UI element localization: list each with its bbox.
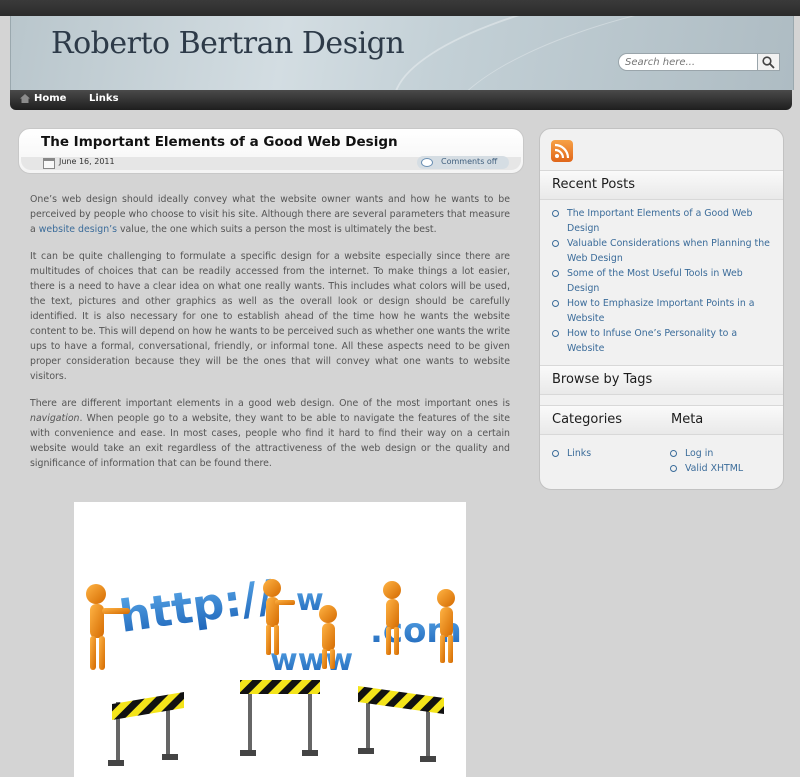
post-title[interactable]: The Important Elements of a Good Web Des… <box>41 134 398 150</box>
search-form <box>618 53 780 73</box>
comments-badge: Comments off <box>417 156 509 169</box>
category-link[interactable]: Links <box>552 446 652 461</box>
http-word: http:// <box>116 571 277 643</box>
home-icon <box>20 94 30 103</box>
recent-posts-list: The Important Elements of a Good Web Des… <box>552 206 774 356</box>
recent-post-link[interactable]: How to Infuse One’s Personality to a Web… <box>552 326 774 356</box>
paragraph-text: . When people go to a website, they want… <box>30 413 510 469</box>
barricade-left <box>108 692 184 766</box>
calendar-icon <box>43 158 55 169</box>
meta-link-xhtml[interactable]: Valid XHTML <box>670 461 770 476</box>
nav-home-label: Home <box>34 93 67 104</box>
categories-title: Categories <box>552 412 623 427</box>
browse-tags-heading: Browse by Tags <box>540 365 783 395</box>
paragraph-text: There are different important elements i… <box>30 398 510 409</box>
search-button[interactable] <box>758 53 780 71</box>
post-content: One’s web design should ideally convey w… <box>30 192 510 483</box>
main-nav: Home Links <box>10 90 792 110</box>
recent-post-link[interactable]: Some of the Most Useful Tools in Web Des… <box>552 266 774 296</box>
website-design-link[interactable]: website design’s <box>39 224 117 235</box>
barricade-right <box>358 686 444 762</box>
paragraph-3: There are different important elements i… <box>30 396 510 471</box>
meta-list: Log in Valid XHTML <box>670 446 770 476</box>
recent-posts-heading: Recent Posts <box>540 170 783 200</box>
nav-links[interactable]: Links <box>89 93 119 104</box>
top-strip <box>0 0 800 16</box>
meta-link-login[interactable]: Log in <box>670 446 770 461</box>
meta-title: Meta <box>671 412 704 427</box>
comments-label: Comments off <box>441 157 498 166</box>
comment-bubble-icon <box>421 158 433 167</box>
post-date: June 16, 2011 <box>59 157 115 166</box>
recent-posts-title: Recent Posts <box>552 177 636 192</box>
paragraph-2: It can be quite challenging to formulate… <box>30 251 511 382</box>
post-meta: June 16, 2011 Comments off <box>21 156 521 170</box>
recent-post-link[interactable]: Valuable Considerations when Planning th… <box>552 236 774 266</box>
web-construction-illustration: http:// w www .com <box>86 571 462 766</box>
search-input[interactable] <box>618 53 758 71</box>
browse-tags-title: Browse by Tags <box>552 372 653 387</box>
site-title[interactable]: Roberto Bertran Design <box>51 26 405 61</box>
rss-icon[interactable] <box>551 140 573 162</box>
categories-list: Links <box>552 446 652 461</box>
paragraph-text: value, the one which suits a person the … <box>117 224 437 235</box>
barricade-middle <box>240 680 320 756</box>
recent-post-link[interactable]: The Important Elements of a Good Web Des… <box>552 206 774 236</box>
nav-home[interactable]: Home <box>20 93 67 104</box>
emphasis-navigation: navigation <box>30 413 80 424</box>
sidebar: Recent Posts The Important Elements of a… <box>539 128 784 490</box>
recent-post-link[interactable]: How to Emphasize Important Points in a W… <box>552 296 774 326</box>
www-word: www <box>270 643 353 678</box>
search-icon <box>762 56 775 69</box>
paragraph-1: One’s web design should ideally convey w… <box>30 192 510 237</box>
post-illustration: http:// w www .com <box>74 502 466 777</box>
post-header: The Important Elements of a Good Web Des… <box>18 128 524 174</box>
